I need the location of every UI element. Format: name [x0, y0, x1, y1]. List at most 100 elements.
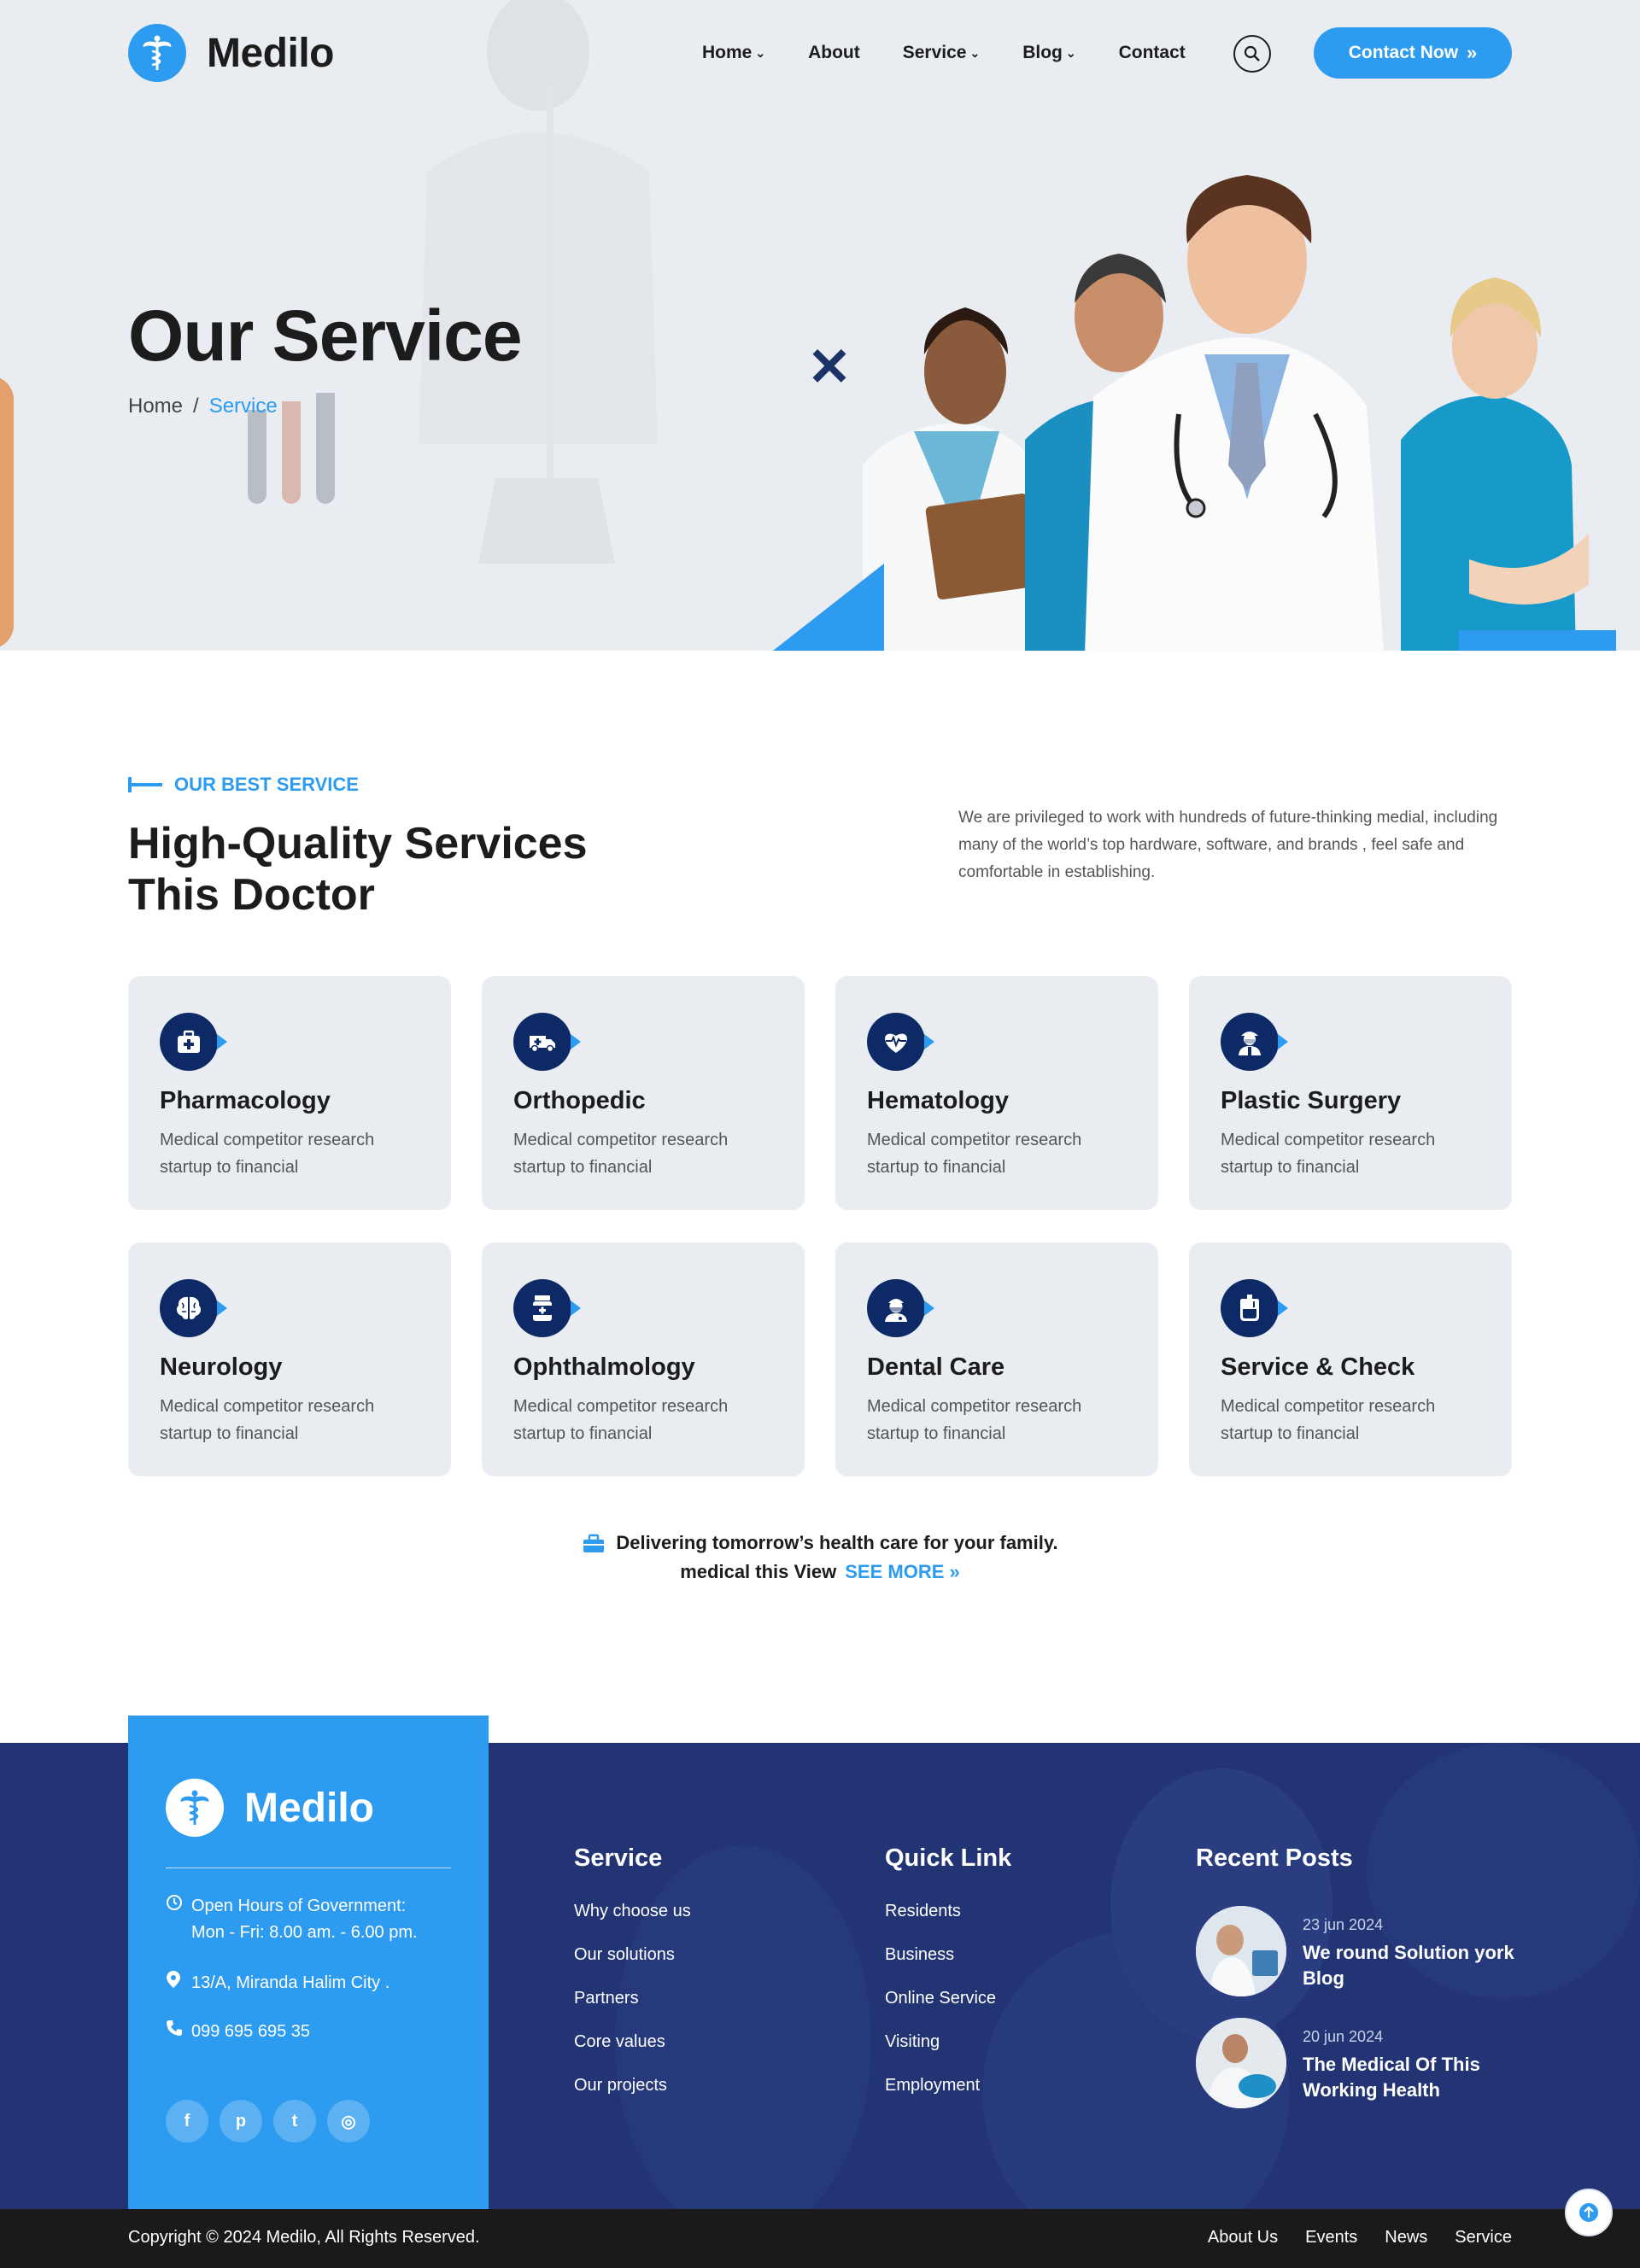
bottom-links: About Us Events News Service — [1180, 2228, 1512, 2248]
footer-link[interactable]: Why choose us — [574, 1902, 691, 1945]
footer-quick-link-column: Quick Link Residents Business Online Ser… — [885, 1844, 1011, 2119]
nav-blog[interactable]: Blog ⌄ — [1022, 43, 1075, 63]
blue-triangle-decoration — [773, 564, 884, 651]
contact-now-button[interactable]: Contact Now » — [1314, 27, 1512, 79]
pinterest-icon[interactable]: p — [220, 2100, 262, 2142]
bottom-link-service[interactable]: Service — [1455, 2228, 1512, 2248]
footer-recent-posts-title: Recent Posts — [1196, 1844, 1353, 1872]
footer-link[interactable]: Partners — [574, 1989, 691, 2032]
service-card-dental-care[interactable]: Dental Care Medical competitor research … — [835, 1242, 1158, 1476]
double-chevron-right-icon: » — [949, 1561, 960, 1582]
service-card-description: Medical competitor research startup to f… — [1221, 1131, 1436, 1177]
section-title: High-Quality Services This Doctor — [128, 818, 743, 921]
see-more-label: SEE MORE — [845, 1561, 945, 1582]
service-card-description: Medical competitor research startup to f… — [160, 1397, 375, 1443]
footer-link[interactable]: Visiting — [885, 2032, 1011, 2076]
nav-service[interactable]: Service ⌄ — [903, 43, 980, 63]
see-more-link[interactable]: SEE MORE » — [845, 1561, 960, 1582]
section-description: We are privileged to work with hundreds … — [958, 809, 1498, 881]
bottom-link-about-us[interactable]: About Us — [1208, 2228, 1278, 2248]
logo[interactable]: Medilo — [128, 24, 335, 82]
main-nav: Home ⌄ About Service ⌄ Blog ⌄ Contact — [702, 24, 1228, 82]
footer-link[interactable]: Employment — [885, 2076, 1011, 2119]
copyright-text: Copyright © 2024 Medilo, All Rights Rese… — [128, 2228, 480, 2247]
site-header: Medilo Home ⌄ About Service ⌄ Blog ⌄ Contac… — [128, 24, 1512, 82]
post-date: 23 jun 2024 — [1303, 1916, 1384, 1933]
footer-link[interactable]: Our projects — [574, 2076, 691, 2119]
post-date: 20 jun 2024 — [1303, 2028, 1384, 2045]
nav-contact[interactable]: Contact — [1119, 43, 1186, 63]
footer-link[interactable]: Our solutions — [574, 1945, 691, 1989]
footer-link[interactable]: Business — [885, 1945, 1011, 1989]
location-pin-icon — [166, 1970, 191, 1997]
service-card-title: Ophthalmology — [513, 1353, 695, 1381]
nav-about[interactable]: About — [808, 43, 860, 63]
service-card-orthopedic[interactable]: Orthopedic Medical competitor research s… — [482, 976, 805, 1210]
medicine-bottle-icon — [513, 1279, 581, 1337]
phone-icon — [166, 2019, 191, 2045]
doctor-mask-icon — [867, 1279, 934, 1337]
breadcrumb-separator: / — [193, 395, 199, 418]
search-button[interactable] — [1233, 35, 1271, 73]
service-card-description: Medical competitor research startup to f… — [160, 1131, 375, 1177]
post-thumbnail — [1196, 1906, 1286, 1996]
tag-line-icon — [128, 777, 162, 792]
scroll-to-top-button[interactable] — [1565, 2189, 1613, 2236]
footer-phone[interactable]: 099 695 695 35 — [166, 2019, 310, 2045]
footer-hours-label: Open Hours of Government: — [191, 1897, 407, 1915]
service-card-title: Pharmacology — [160, 1087, 331, 1114]
caduceus-icon — [128, 24, 186, 82]
footer-service-title: Service — [574, 1844, 663, 1872]
chevron-down-icon: ⌄ — [1065, 45, 1076, 60]
nav-home[interactable]: Home ⌄ — [702, 43, 765, 63]
footer-link[interactable]: Online Service — [885, 1989, 1011, 2032]
contact-now-label: Contact Now — [1348, 43, 1459, 62]
hero-banner: Medilo Home ⌄ About Service ⌄ Blog ⌄ Contac… — [0, 0, 1640, 651]
heartbeat-icon — [867, 1013, 934, 1071]
arrow-up-icon — [1579, 2203, 1598, 2222]
breadcrumb: Home / Service — [128, 395, 278, 418]
service-card-plastic-surgery[interactable]: Plastic Surgery Medical competitor resea… — [1189, 976, 1512, 1210]
doctors-group-image — [863, 175, 1589, 651]
first-aid-kit-icon — [160, 1013, 227, 1071]
recent-post[interactable]: 23 jun 2024 We round Solution york Blog — [1196, 1906, 1520, 1996]
delivering-line2: medical this View — [680, 1561, 837, 1582]
service-card-description: Medical competitor research startup to f… — [513, 1131, 729, 1177]
clock-icon — [166, 1893, 191, 1946]
footer-address-text: 13/A, Miranda Halim City . — [191, 1973, 390, 1992]
footer-link[interactable]: Residents — [885, 1902, 1011, 1945]
facebook-icon[interactable]: f — [166, 2100, 208, 2142]
service-card-description: Medical competitor research startup to f… — [867, 1131, 1082, 1177]
chevron-down-icon: ⌄ — [969, 45, 981, 60]
service-card-hematology[interactable]: Hematology Medical competitor research s… — [835, 976, 1158, 1210]
blue-bar-decoration — [1459, 630, 1616, 651]
footer-recent-posts-column: Recent Posts — [1196, 1844, 1353, 1873]
footer-contact-card: Medilo Open Hours of Government: Mon - F… — [128, 1716, 489, 2209]
service-card-neurology[interactable]: Neurology Medical competitor research st… — [128, 1242, 451, 1476]
footer-address: 13/A, Miranda Halim City . — [166, 1970, 390, 1997]
post-title: We round Solution york Blog — [1303, 1942, 1514, 1989]
ambulance-icon — [513, 1013, 581, 1071]
footer-link[interactable]: Core values — [574, 2032, 691, 2076]
instagram-icon[interactable]: ◎ — [327, 2100, 370, 2142]
bottom-link-events[interactable]: Events — [1305, 2228, 1357, 2248]
service-card-title: Service & Check — [1221, 1353, 1415, 1381]
surgeon-icon — [1221, 1013, 1288, 1071]
recent-post[interactable]: 20 jun 2024 The Medical Of This Working … — [1196, 2018, 1520, 2108]
chevron-down-icon: ⌄ — [755, 45, 766, 60]
service-card-description: Medical competitor research startup to f… — [513, 1397, 729, 1443]
service-card-pharmacology[interactable]: Pharmacology Medical competitor research… — [128, 976, 451, 1210]
footer-phone-text: 099 695 695 35 — [191, 2022, 311, 2041]
section-tag-text: OUR BEST SERVICE — [174, 774, 359, 795]
bottom-link-news[interactable]: News — [1385, 2228, 1427, 2248]
service-card-ophthalmology[interactable]: Ophthalmology Medical competitor researc… — [482, 1242, 805, 1476]
twitter-icon[interactable]: t — [273, 2100, 316, 2142]
brain-icon — [160, 1279, 227, 1337]
nav-blog-label: Blog — [1022, 43, 1063, 62]
breadcrumb-home[interactable]: Home — [128, 395, 183, 418]
service-card-title: Plastic Surgery — [1221, 1087, 1402, 1114]
double-chevron-right-icon: » — [1467, 42, 1478, 63]
service-card-service-check[interactable]: Service & Check Medical competitor resea… — [1189, 1242, 1512, 1476]
service-card-title: Dental Care — [867, 1353, 1005, 1381]
footer-logo[interactable]: Medilo — [166, 1779, 374, 1837]
